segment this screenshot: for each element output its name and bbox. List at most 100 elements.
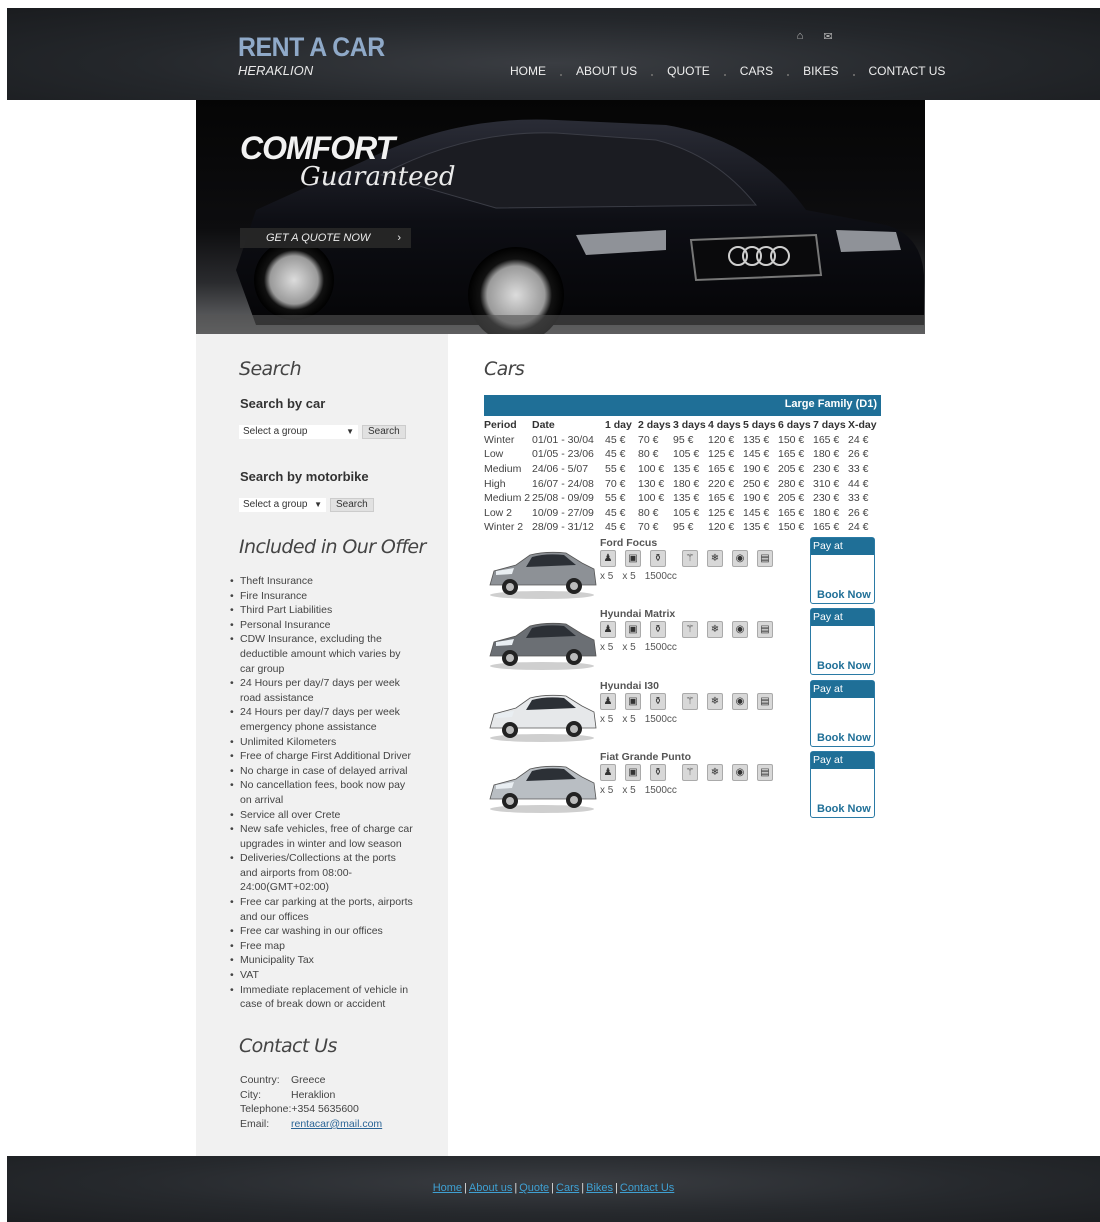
- table-cell: 70 €: [605, 477, 626, 490]
- chevron-right-icon: ›: [397, 232, 401, 244]
- footer-link-about-us[interactable]: About us: [469, 1182, 512, 1194]
- car-image[interactable]: [486, 684, 598, 744]
- list-item: Municipality Tax: [230, 953, 416, 968]
- car-image[interactable]: [486, 612, 598, 672]
- footer-link-home[interactable]: Home: [433, 1182, 462, 1194]
- pay-at-arrival-label: Pay at arrival: [811, 680, 874, 711]
- radio-icon: ▤: [757, 550, 773, 567]
- book-now-button[interactable]: Book Now: [817, 660, 871, 672]
- table-cell: 24 €: [848, 433, 869, 446]
- cd-icon: ◉: [732, 692, 748, 710]
- car-features: ♟ ▣ ⚱ ⚚ ❄ ◉ ▤: [600, 621, 782, 639]
- pay-at-arrival-label: Pay at arrival: [811, 609, 874, 639]
- list-item: Free map: [230, 939, 416, 954]
- table-cell: 33 €: [848, 463, 869, 476]
- car-search-button[interactable]: Search: [362, 425, 406, 439]
- telephone-label: Telephone:: [240, 1103, 292, 1116]
- book-now-button[interactable]: Book Now: [817, 589, 871, 601]
- rates-body: Winter 01/01 - 30/04 45 € 70 € 95 € 120 € 135 …: [484, 433, 880, 535]
- table-cell: 45 €: [605, 506, 626, 519]
- list-item: No cancellation fees, book now pay on ar…: [230, 778, 416, 807]
- pay-at-arrival-label: Pay at arrival: [811, 538, 874, 568]
- nav-bikes[interactable]: BIKES: [788, 64, 855, 78]
- car-name[interactable]: Hyundai I30: [600, 680, 659, 692]
- car-features: ♟ ▣ ⚱ ⚚ ❄ ◉ ▤: [600, 692, 782, 710]
- car-item: Hyundai Matrix ♟ ▣ ⚱ ⚚ ❄ ◉ ▤ x 5 x 5 1500cc Pa…: [486, 608, 881, 678]
- car-name[interactable]: Ford Focus: [600, 537, 657, 549]
- list-item: New safe vehicles, free of charge car up…: [230, 822, 416, 851]
- nav-cars[interactable]: CARS: [725, 64, 790, 78]
- table-cell: 28/09 - 31/12: [532, 521, 594, 534]
- rates-column-header: X-day: [848, 419, 877, 432]
- radio-icon: ▤: [757, 621, 773, 639]
- table-cell: 130 €: [638, 477, 665, 490]
- table-cell: Low 2: [484, 506, 513, 519]
- door-icon: ▣: [625, 621, 641, 639]
- list-item: Immediate replacement of vehicle in case…: [230, 983, 416, 1012]
- rates-column-header: 6 days: [778, 419, 811, 432]
- search-heading: Search: [239, 358, 302, 380]
- telephone-value: +354 5635600: [291, 1103, 359, 1116]
- footer-link-cars[interactable]: Cars: [556, 1182, 579, 1194]
- footer-link-bikes[interactable]: Bikes: [586, 1182, 613, 1194]
- car-image[interactable]: [486, 755, 598, 815]
- table-cell: 135 €: [743, 433, 770, 446]
- nav-about-us[interactable]: ABOUT US: [561, 64, 654, 78]
- nav-home[interactable]: HOME: [495, 64, 562, 78]
- table-cell: 100 €: [638, 463, 665, 476]
- motorbike-search-button[interactable]: Search: [330, 498, 374, 512]
- car-name[interactable]: Fiat Grande Punto: [600, 751, 691, 763]
- cd-icon: ◉: [732, 621, 748, 639]
- car-item: Ford Focus ♟ ▣ ⚱ ⚚ ❄ ◉ ▤ x 5 x 5 1500cc Pay at…: [486, 537, 881, 607]
- snowflake-icon: ❄: [707, 763, 723, 781]
- table-cell: 165 €: [708, 492, 735, 505]
- search-by-car-label: Search by car: [240, 396, 326, 411]
- car-specs: x 5 x 5 1500cc: [600, 785, 677, 796]
- car-specs: x 5 x 5 1500cc: [600, 714, 677, 725]
- table-cell: 70 €: [638, 521, 659, 534]
- pay-at-arrival-label: Pay at arrival: [811, 751, 874, 782]
- luggage-icon: ⚱: [650, 621, 666, 639]
- get-quote-label: GET A QUOTE NOW: [266, 232, 371, 244]
- table-cell: 105 €: [673, 448, 700, 461]
- book-now-button[interactable]: Book Now: [817, 803, 871, 815]
- table-cell: 150 €: [778, 521, 805, 534]
- nav-contact-us[interactable]: CONTACT US: [854, 64, 961, 78]
- email-link[interactable]: rentacar@mail.com: [291, 1117, 382, 1132]
- rates-column-header: Date: [532, 419, 555, 432]
- mail-icon[interactable]: ✉: [819, 30, 837, 43]
- footer-link-contact-us[interactable]: Contact Us: [620, 1182, 674, 1194]
- get-quote-button[interactable]: GET A QUOTE NOW ›: [240, 228, 411, 248]
- motorbike-group-select[interactable]: Select a group ▼: [239, 498, 326, 512]
- car-item: Hyundai I30 ♟ ▣ ⚱ ⚚ ❄ ◉ ▤ x 5 x 5 1500cc Pay a…: [486, 679, 881, 750]
- table-cell: 165 €: [813, 433, 840, 446]
- nav-quote[interactable]: QUOTE: [652, 64, 726, 78]
- table-cell: 205 €: [778, 492, 805, 505]
- table-cell: 165 €: [708, 463, 735, 476]
- footer-link-quote[interactable]: Quote: [519, 1182, 549, 1194]
- page-title: Cars: [484, 358, 525, 380]
- table-cell: 45 €: [605, 521, 626, 534]
- list-item: No charge in case of delayed arrival: [230, 764, 416, 779]
- table-row: Winter 2 28/09 - 31/12 45 € 70 € 95 € 120 € 13…: [484, 520, 880, 535]
- motorbike-group-select-value: Select a group: [243, 499, 308, 510]
- rates-column-header: 5 days: [743, 419, 776, 432]
- door-icon: ▣: [625, 692, 641, 710]
- book-now-button[interactable]: Book Now: [817, 732, 871, 744]
- logo-subtitle: HERAKLION: [238, 63, 314, 78]
- offer-heading: Included in Our Offer: [239, 536, 426, 558]
- table-cell: 44 €: [848, 477, 869, 490]
- person-icon: ♟: [600, 763, 616, 781]
- car-image[interactable]: [486, 541, 598, 601]
- home-icon[interactable]: ⌂: [791, 30, 809, 43]
- list-item: Third Part Liabilities: [230, 603, 416, 618]
- table-cell: 24 €: [848, 521, 869, 534]
- rates-column-header: 2 days: [638, 419, 671, 432]
- sidebar: Search Search by car Select a group ▼ Sea…: [196, 334, 448, 1156]
- car-group-select[interactable]: Select a group ▼: [239, 425, 358, 439]
- radio-icon: ▤: [757, 692, 773, 710]
- table-cell: 25/08 - 09/09: [532, 492, 594, 505]
- table-cell: 45 €: [605, 448, 626, 461]
- car-name[interactable]: Hyundai Matrix: [600, 608, 675, 620]
- logo-title[interactable]: RENT A CAR: [238, 32, 385, 63]
